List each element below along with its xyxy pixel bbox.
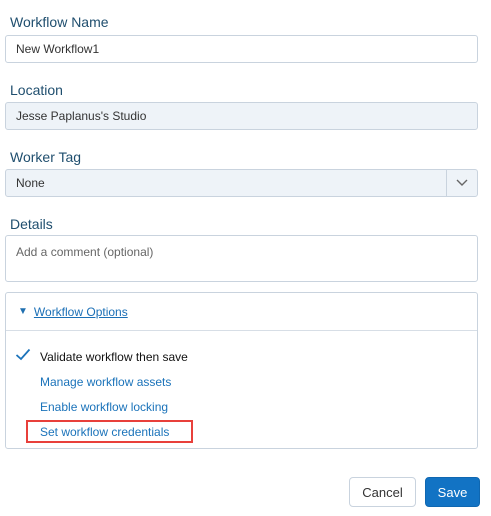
worker-tag-select[interactable]: None [5, 169, 478, 197]
location-field: Jesse Paplanus's Studio [5, 102, 478, 130]
workflow-name-value: New Workflow1 [16, 42, 100, 56]
manage-assets-link[interactable]: Manage workflow assets [40, 375, 171, 389]
details-textarea[interactable]: Add a comment (optional) [5, 235, 478, 282]
workflow-name-label: Workflow Name [10, 14, 109, 30]
checkmark-icon[interactable] [15, 348, 31, 366]
worker-tag-label: Worker Tag [10, 149, 82, 165]
workflow-options-panel: ▼ Workflow Options Validate workflow the… [5, 292, 478, 449]
cancel-button[interactable]: Cancel [349, 477, 416, 507]
details-placeholder: Add a comment (optional) [16, 245, 154, 259]
save-button[interactable]: Save [425, 477, 480, 507]
highlight-box [26, 420, 193, 443]
workflow-options-header[interactable]: ▼ Workflow Options [6, 293, 477, 331]
caret-down-icon[interactable]: ▼ [18, 306, 28, 317]
enable-locking-link[interactable]: Enable workflow locking [40, 400, 168, 414]
location-label: Location [10, 82, 63, 98]
validate-checkbox-label: Validate workflow then save [40, 350, 188, 364]
validate-checkbox-row[interactable]: Validate workflow then save [15, 348, 188, 366]
chevron-down-icon[interactable] [446, 170, 477, 196]
workflow-options-toggle[interactable]: Workflow Options [34, 305, 128, 319]
workflow-name-input[interactable]: New Workflow1 [5, 35, 478, 63]
location-value: Jesse Paplanus's Studio [16, 109, 147, 123]
worker-tag-value: None [16, 176, 45, 190]
details-label: Details [10, 216, 53, 232]
